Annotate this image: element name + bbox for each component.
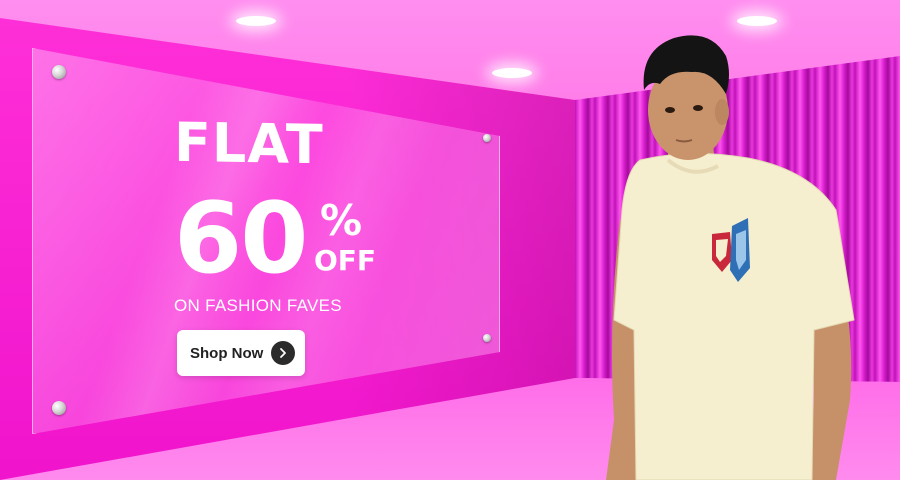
ceiling-light [236,16,276,26]
shop-now-button[interactable]: Shop Now [177,330,305,376]
subheading: ON FASHION FAVES [174,296,342,315]
discount-number: 60 [174,182,308,296]
banner-scene: FLAT 60 % OFF ON FASHION FAVES Shop Now [0,0,900,480]
panel-pin [52,401,66,415]
panel-pin [483,134,491,142]
headline-flat: FLAT [174,110,324,177]
panel-pin [483,334,491,342]
model-figure [606,35,855,480]
chevron-right-icon [271,341,295,365]
panel-pin [52,65,66,79]
ceiling-light [492,68,532,78]
percent-sign: % [320,196,363,245]
off-label: OFF [314,244,377,277]
shop-now-label: Shop Now [190,344,264,362]
